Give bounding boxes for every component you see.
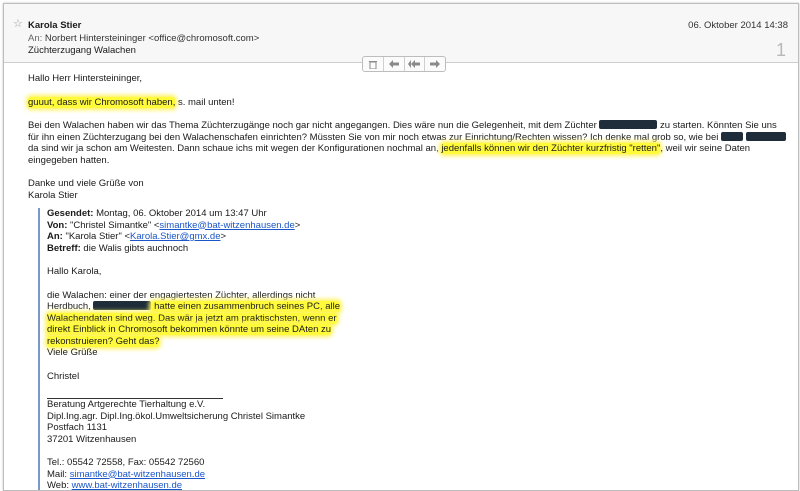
quote-line: Herdbuch, hatte einen zusammenbruch sein… xyxy=(47,301,787,313)
reply-all-icon[interactable] xyxy=(405,57,426,71)
web-label: Web: xyxy=(47,480,72,491)
from-name: "Christel Simantke" < xyxy=(67,219,160,231)
mail-link[interactable]: simantke@bat-witzenhausen.de xyxy=(70,469,205,480)
quote-line: direkt Einblick in Chromosoft bekommen k… xyxy=(47,324,787,336)
intro-rest: s. mail unten! xyxy=(175,96,235,108)
to-name: "Karola Stier" < xyxy=(62,231,131,242)
redacted-block xyxy=(93,301,152,310)
web-link[interactable]: www.bat-witzenhausen.de xyxy=(72,480,182,490)
subject-value: die Walis gibts auchnoch xyxy=(80,242,189,254)
para-text-c: da sind wir ja schon am Weitesten. Dann … xyxy=(28,143,442,154)
sent-value: Montag, 06. Oktober 2014 um 13:47 Uhr xyxy=(93,208,267,219)
highlighted-text: Walachendaten sind weg. Das wär ja jetzt… xyxy=(47,312,337,324)
sender-name: Karola Stier xyxy=(28,20,82,31)
sig-web: Web: www.bat-witzenhausen.de xyxy=(47,480,787,491)
highlighted-text: hatte einen zusammenbruch seines PC, all… xyxy=(151,301,341,312)
subject-label: Betreff: xyxy=(47,242,81,254)
message-toolbar xyxy=(362,56,446,72)
highlighted-text: direkt Einblick in Chromosoft bekommen k… xyxy=(47,324,332,335)
recipient: Norbert Hintersteininger <office@chromos… xyxy=(44,33,260,44)
highlighted-text: rekonstruieren? Geht das? xyxy=(47,335,160,347)
sent-label: Gesendet: xyxy=(47,208,94,219)
to-label: An: xyxy=(47,231,63,242)
email-header: ☆ Karola Stier 06. Oktober 2014 14:38 An… xyxy=(4,4,798,62)
from-label: Von: xyxy=(47,219,68,231)
redacted-block xyxy=(745,131,786,141)
email-body: Hallo Herr Hintersteininger, guuut, dass… xyxy=(28,73,788,201)
mail-label: Mail: xyxy=(47,468,70,480)
quote-line: rekonstruieren? Geht das? xyxy=(47,335,787,348)
greeting: Hallo Herr Hintersteininger, xyxy=(28,73,143,84)
email-window: ☆ Karola Stier 06. Oktober 2014 14:38 An… xyxy=(3,3,799,491)
star-icon[interactable]: ☆ xyxy=(13,19,23,30)
to-email-link[interactable]: Karola.Stier@gmx.de xyxy=(130,231,220,242)
quote-text: Herdbuch, xyxy=(47,301,94,312)
forward-icon[interactable] xyxy=(425,57,445,71)
from-close: > xyxy=(294,219,301,231)
to-label: An: xyxy=(28,33,43,44)
quote-greeting: Hallo Karola, xyxy=(47,266,102,277)
signature: Karola Stier xyxy=(28,189,78,201)
message-count: 1 xyxy=(775,40,786,60)
highlighted-text: guuut, dass wir Chromosoft haben, xyxy=(28,96,176,108)
email-date: 06. Oktober 2014 14:38 xyxy=(688,20,788,31)
closing: Danke und viele Grüße von xyxy=(28,178,144,189)
highlighted-text: jedenfalls können wir den Züchter kurzfr… xyxy=(441,143,661,154)
quote-line: Walachendaten sind weg. Das wär ja jetzt… xyxy=(47,312,787,325)
to-close: > xyxy=(220,231,227,242)
sig-mail: Mail: simantke@bat-witzenhausen.de xyxy=(47,469,787,481)
recipient-row: An: Norbert Hintersteininger <office@chr… xyxy=(28,33,259,44)
quoted-message: Gesendet: Montag, 06. Oktober 2014 um 13… xyxy=(38,208,787,490)
trash-icon[interactable] xyxy=(363,57,384,71)
sig-city: 37201 Witzenhausen xyxy=(47,433,137,445)
reply-icon[interactable] xyxy=(384,57,405,71)
quote-name: Christel xyxy=(47,370,80,382)
sig-title: Dipl.Ing.agr. Dipl.Ing.ökol.Umweltsicher… xyxy=(47,410,306,422)
sig-phone: Tel.: 05542 72558, Fax: 05542 72560 xyxy=(47,457,205,468)
from-email-link[interactable]: simantke@bat-witzenhausen.de xyxy=(159,220,294,231)
quote-line: die Walachen: einer der engagiertesten Z… xyxy=(47,289,316,301)
redacted-block xyxy=(721,131,744,141)
body-paragraph: Bei den Walachen haben wir das Thema Züc… xyxy=(28,120,788,166)
para-text-a: Bei den Walachen haben wir das Thema Züc… xyxy=(28,120,600,131)
sig-org: Beratung Artgerechte Tierhaltung e.V. xyxy=(47,399,206,410)
intro-line: guuut, dass wir Chromosoft haben, s. mai… xyxy=(28,96,788,109)
redacted-block xyxy=(599,120,658,129)
email-subject: Züchterzugang Walachen xyxy=(28,45,136,56)
quote-regards: Viele Grüße xyxy=(47,347,98,358)
sig-postbox: Postfach 1131 xyxy=(47,422,108,433)
